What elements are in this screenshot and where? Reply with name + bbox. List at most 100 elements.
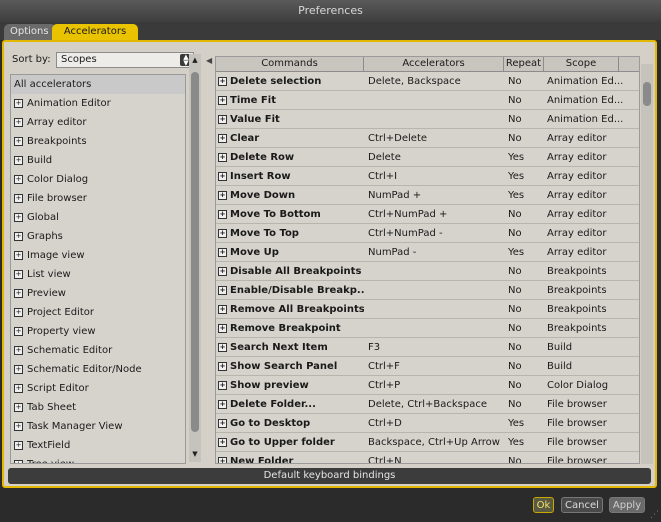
scope-list-item[interactable]: + List view — [11, 265, 185, 284]
scope-list-item[interactable]: All accelerators — [11, 75, 185, 94]
scope-list-item[interactable]: + Schematic Editor — [11, 341, 185, 360]
expand-icon[interactable]: + — [218, 76, 227, 86]
expand-icon[interactable]: + — [218, 380, 227, 390]
expand-icon[interactable]: + — [14, 136, 23, 146]
scope-list-item[interactable]: + Tree view — [11, 455, 185, 463]
expand-icon[interactable]: + — [14, 250, 23, 260]
table-row[interactable]: + Time Fit No Animation Ed... — [216, 91, 639, 110]
table-row[interactable]: + Show Search Panel Ctrl+F No Build — [216, 357, 639, 376]
table-row[interactable]: + Delete Folder... Delete, Ctrl+Backspace N… — [216, 395, 639, 414]
resize-grip-icon[interactable]: ⋰ — [650, 510, 659, 520]
table-row[interactable]: + Search Next Item F3 No Build — [216, 338, 639, 357]
expand-icon[interactable]: + — [14, 155, 23, 165]
expand-icon[interactable]: + — [14, 269, 23, 279]
expand-icon[interactable]: + — [218, 190, 227, 200]
table-row[interactable]: + Remove All Breakpoints No Breakpoints — [216, 300, 639, 319]
scroll-thumb[interactable] — [191, 72, 199, 432]
tab-options[interactable]: Options — [4, 24, 56, 40]
scope-list-scrollbar[interactable]: ▲ ▼ — [189, 54, 201, 462]
table-row[interactable]: + Move To Top Ctrl+NumPad - No Array editor — [216, 224, 639, 243]
expand-icon[interactable]: + — [218, 266, 227, 276]
expand-icon[interactable]: + — [14, 212, 23, 222]
expand-icon[interactable]: + — [218, 399, 227, 409]
expand-icon[interactable]: + — [14, 383, 23, 393]
default-bindings-button[interactable]: Default keyboard bindings — [8, 468, 651, 484]
scope-list-item[interactable]: + Animation Editor — [11, 94, 185, 113]
table-row[interactable]: + Enable/Disable Breakp... No Breakpoints — [216, 281, 639, 300]
scope-list-item[interactable]: + Property view — [11, 322, 185, 341]
scope-list-item[interactable]: + Image view — [11, 246, 185, 265]
table-row[interactable]: + Move To Bottom Ctrl+NumPad + No Array edit… — [216, 205, 639, 224]
expand-icon[interactable]: + — [218, 304, 227, 314]
expand-icon[interactable]: + — [218, 228, 227, 238]
apply-button[interactable]: Apply — [609, 497, 645, 513]
header-accelerators[interactable]: Accelerators — [364, 57, 504, 71]
header-scope[interactable]: Scope — [544, 57, 619, 71]
expand-icon[interactable]: + — [218, 342, 227, 352]
expand-icon[interactable]: + — [14, 98, 23, 108]
expand-icon[interactable]: + — [218, 133, 227, 143]
table-row[interactable]: + Delete Row Delete Yes Array editor — [216, 148, 639, 167]
scope-list-item[interactable]: + Preview — [11, 284, 185, 303]
scope-list-item[interactable]: + File browser — [11, 189, 185, 208]
scope-list-item[interactable]: + Breakpoints — [11, 132, 185, 151]
expand-icon[interactable]: + — [14, 345, 23, 355]
expand-icon[interactable]: + — [14, 193, 23, 203]
table-row[interactable]: + Clear Ctrl+Delete No Array editor — [216, 129, 639, 148]
table-row[interactable]: + Disable All Breakpoints No Breakpoints — [216, 262, 639, 281]
scope-list-item[interactable]: + TextField — [11, 436, 185, 455]
expand-icon[interactable]: + — [218, 323, 227, 333]
header-commands[interactable]: Commands — [216, 57, 364, 71]
expand-icon[interactable]: + — [14, 288, 23, 298]
expand-icon[interactable]: + — [218, 152, 227, 162]
scope-list-item[interactable]: + Graphs — [11, 227, 185, 246]
scope-list-item[interactable]: + Project Editor — [11, 303, 185, 322]
scope-list[interactable]: All accelerators + Animation Editor + Array … — [10, 74, 186, 464]
table-row[interactable]: + Insert Row Ctrl+I Yes Array editor — [216, 167, 639, 186]
ok-button[interactable]: Ok — [533, 497, 554, 513]
sort-select[interactable]: Scopes ▲ ▼ — [56, 52, 194, 68]
scroll-down-icon[interactable]: ▼ — [190, 450, 200, 458]
expand-icon[interactable]: + — [14, 402, 23, 412]
table-scrollbar[interactable] — [641, 64, 653, 464]
table-row[interactable]: + Remove Breakpoint No Breakpoints — [216, 319, 639, 338]
expand-icon[interactable]: + — [14, 364, 23, 374]
expand-icon[interactable]: + — [218, 418, 227, 428]
tab-accelerators[interactable]: Accelerators — [52, 24, 138, 40]
expand-icon[interactable]: + — [218, 95, 227, 105]
splitter-left-arrow-icon[interactable]: ◀ — [206, 56, 212, 65]
table-row[interactable]: + Go to Upper folder Backspace, Ctrl+Up Ar… — [216, 433, 639, 452]
scope-list-item[interactable]: + Array editor — [11, 113, 185, 132]
scroll-up-icon[interactable]: ▲ — [190, 56, 200, 64]
scope-list-item[interactable]: + Color Dialog — [11, 170, 185, 189]
expand-icon[interactable]: + — [14, 231, 23, 241]
expand-icon[interactable]: + — [14, 459, 23, 463]
scope-list-item[interactable]: + Global — [11, 208, 185, 227]
header-repeat[interactable]: Repeat — [504, 57, 544, 71]
expand-icon[interactable]: + — [218, 361, 227, 371]
expand-icon[interactable]: + — [14, 174, 23, 184]
table-row[interactable]: + Value Fit No Animation Ed... — [216, 110, 639, 129]
table-row[interactable]: + Show preview Ctrl+P No Color Dialog — [216, 376, 639, 395]
expand-icon[interactable]: + — [218, 171, 227, 181]
scope-list-item[interactable]: + Build — [11, 151, 185, 170]
table-row[interactable]: + Delete selection Delete, Backspace No Anim… — [216, 72, 639, 91]
table-row[interactable]: + Move Up NumPad - Yes Array editor — [216, 243, 639, 262]
expand-icon[interactable]: + — [218, 209, 227, 219]
table-row[interactable]: + Move Down NumPad + Yes Array editor — [216, 186, 639, 205]
scroll-thumb[interactable] — [643, 82, 651, 106]
expand-icon[interactable]: + — [14, 307, 23, 317]
scope-list-item[interactable]: + Script Editor — [11, 379, 185, 398]
expand-icon[interactable]: + — [218, 285, 227, 295]
scope-list-item[interactable]: + Tab Sheet — [11, 398, 185, 417]
expand-icon[interactable]: + — [14, 440, 23, 450]
expand-icon[interactable]: + — [218, 437, 227, 447]
expand-icon[interactable]: + — [218, 114, 227, 124]
scope-list-item[interactable]: + Task Manager View — [11, 417, 185, 436]
expand-icon[interactable]: + — [14, 326, 23, 336]
table-row[interactable]: + Go to Desktop Ctrl+D Yes File browser — [216, 414, 639, 433]
expand-icon[interactable]: + — [14, 117, 23, 127]
expand-icon[interactable]: + — [14, 421, 23, 431]
cancel-button[interactable]: Cancel — [561, 497, 603, 513]
expand-icon[interactable]: + — [218, 247, 227, 257]
